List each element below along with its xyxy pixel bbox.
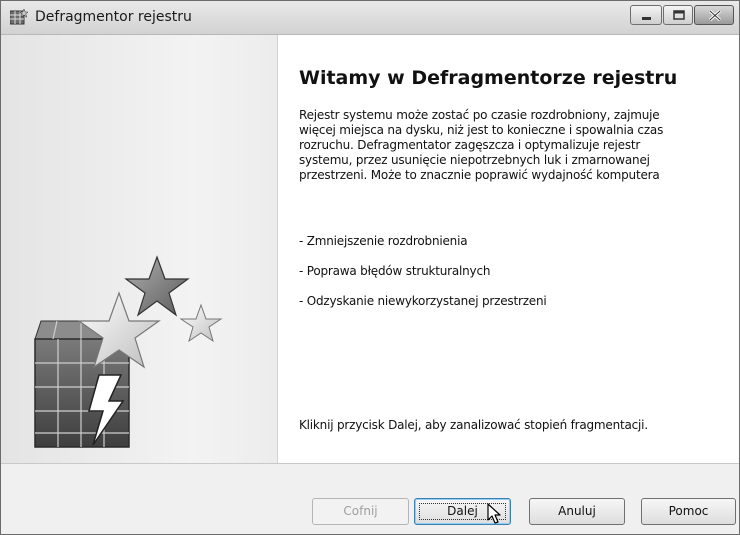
page-heading: Witamy w Defragmentorze rejestru [299, 67, 678, 89]
description-text: Rejestr systemu może zostać po czasie ro… [299, 108, 664, 182]
instruction-text: Kliknij przycisk Dalej, aby zanalizować … [299, 418, 648, 432]
content-panel: Witamy w Defragmentorze rejestru Rejestr… [278, 35, 739, 463]
minimize-button[interactable] [630, 5, 662, 25]
dialog-window: Defragmentor rejestru Witamy w Defragmen… [0, 0, 740, 535]
illustration-panel [1, 35, 278, 463]
cancel-button[interactable]: Anuluj [529, 498, 625, 525]
bullet-item: - Poprawa błędów strukturalnych [299, 264, 491, 278]
close-button[interactable] [694, 5, 734, 25]
close-icon [708, 9, 722, 22]
mouse-pointer-icon [487, 503, 501, 524]
title-bar[interactable]: Defragmentor rejestru [1, 1, 739, 35]
registry-stars-illustration [34, 255, 223, 448]
star-small [179, 303, 223, 343]
maximize-button[interactable] [663, 5, 693, 25]
bullet-item: - Odzyskanie niewykorzystanej przestrzen… [299, 294, 547, 308]
back-button[interactable]: Cofnij [312, 498, 409, 525]
minimize-icon [642, 17, 651, 20]
next-button-label: Dalej [447, 504, 478, 518]
help-button[interactable]: Pomoc [641, 498, 736, 525]
app-icon [9, 8, 29, 25]
star-dark [124, 255, 190, 317]
window-title: Defragmentor rejestru [35, 9, 192, 25]
maximize-icon [673, 10, 685, 20]
bullet-item: - Zmniejszenie rozdrobnienia [299, 234, 468, 248]
